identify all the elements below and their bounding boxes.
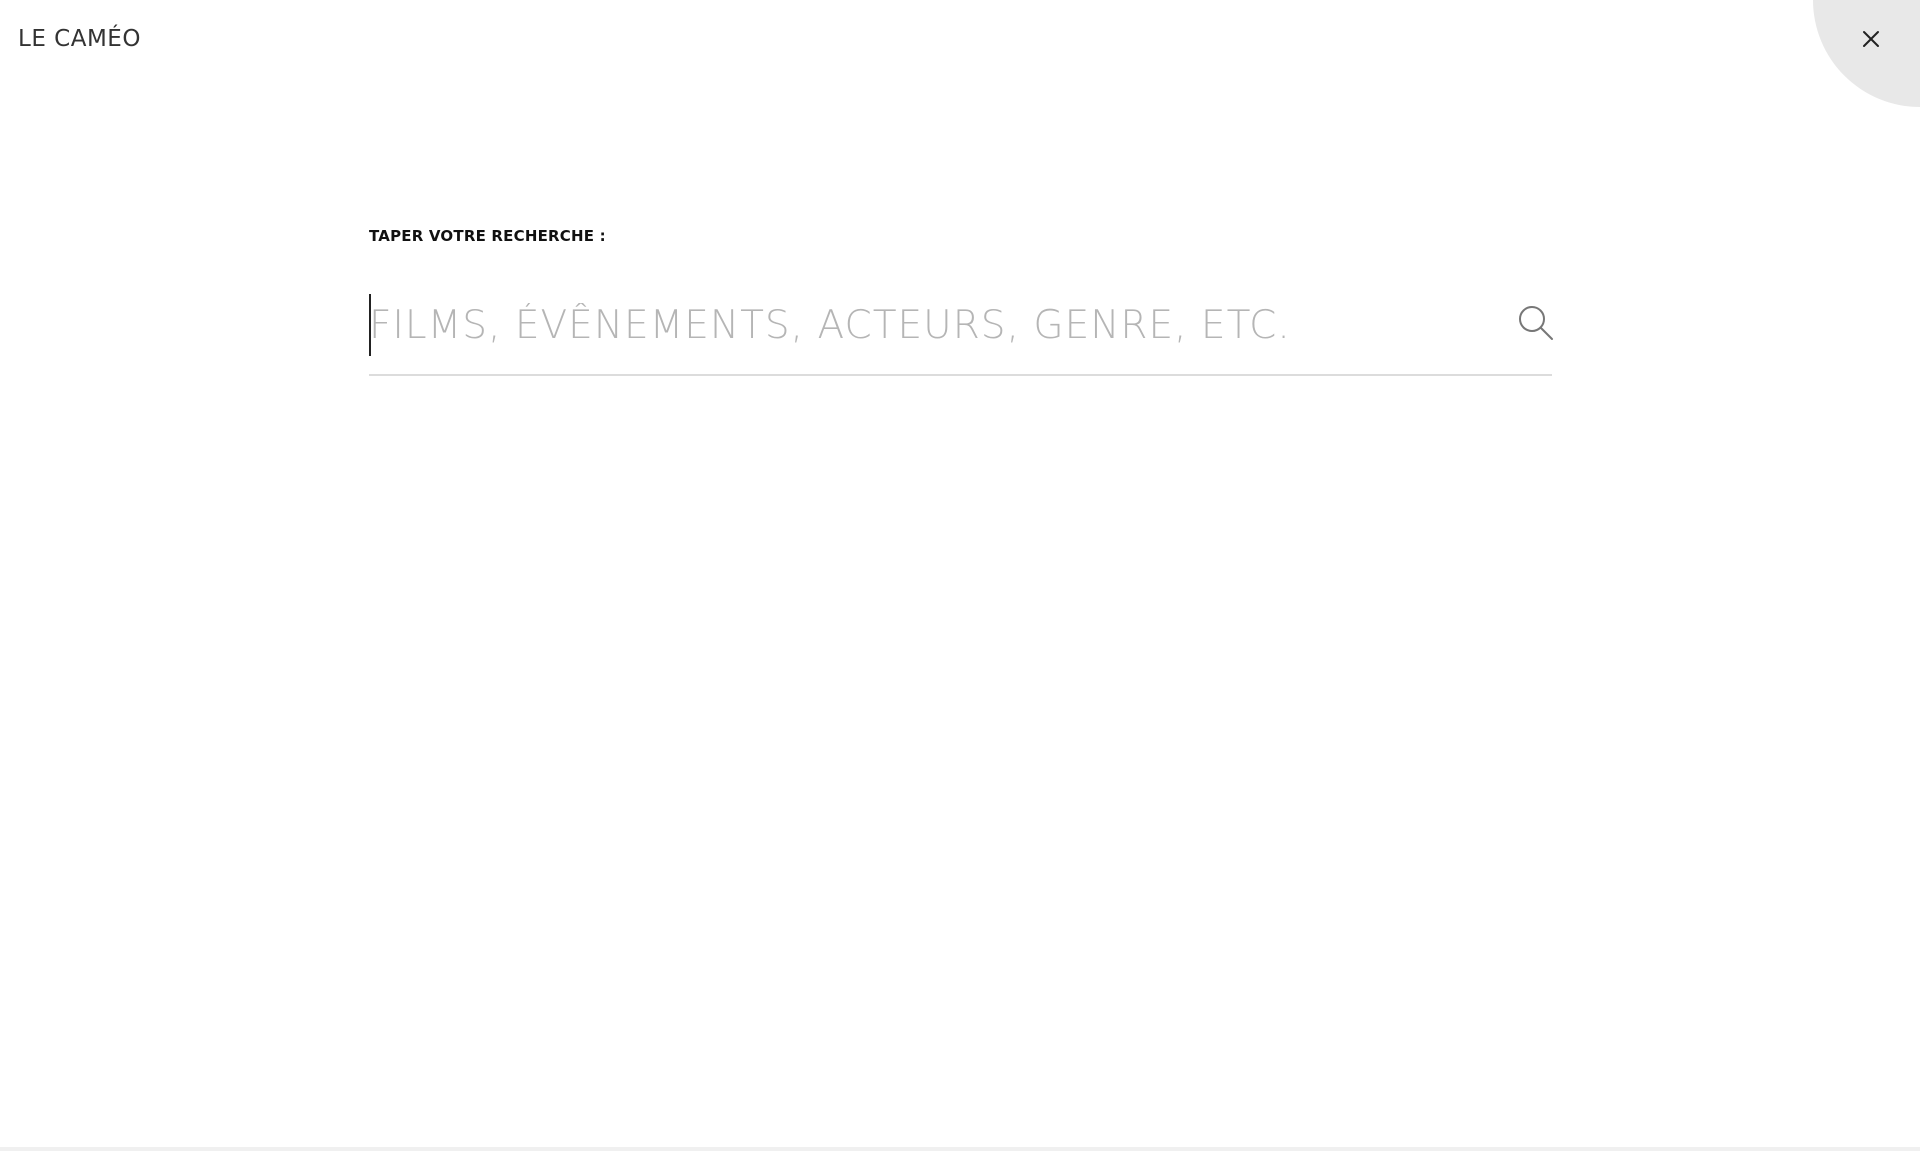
search-input[interactable]: [369, 292, 1479, 358]
search-icon[interactable]: [1517, 304, 1555, 342]
search-label: TAPER VOTRE RECHERCHE :: [369, 227, 606, 245]
site-logo[interactable]: LE CAMÉO: [18, 26, 141, 52]
page-footer-edge: [0, 1147, 1920, 1151]
close-button[interactable]: [1854, 22, 1888, 56]
search-bar: [369, 292, 1555, 376]
search-overlay: LE CAMÉO TAPER VOTRE RECHERCHE :: [0, 0, 1920, 1151]
close-icon: [1863, 31, 1879, 47]
